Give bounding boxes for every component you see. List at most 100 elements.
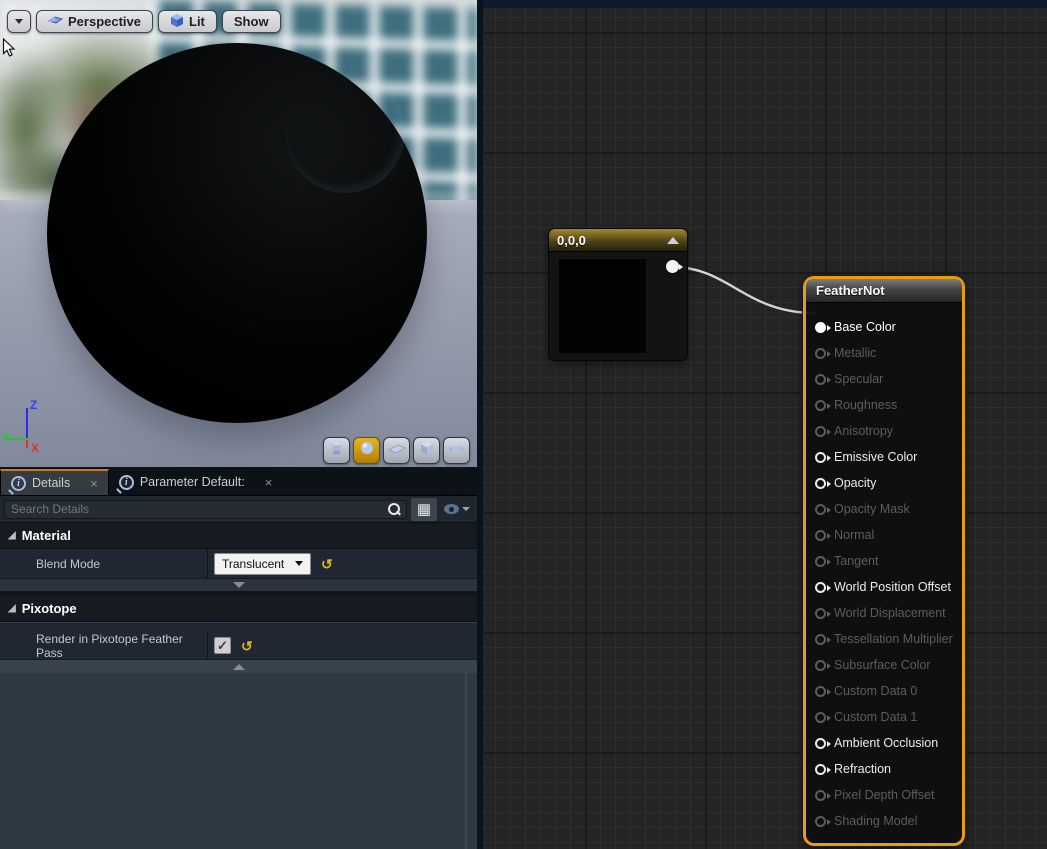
viewport-options-button[interactable] bbox=[7, 10, 31, 33]
material-pin-subsurface-color[interactable]: Subsurface Color bbox=[806, 652, 962, 678]
preview-mesh-toolbar bbox=[323, 437, 470, 464]
tab-parameter-defaults[interactable]: i Parameter Default: × bbox=[109, 469, 283, 495]
pin-label: Custom Data 0 bbox=[834, 684, 917, 698]
material-pin-specular[interactable]: Specular bbox=[806, 366, 962, 392]
view-options-button[interactable] bbox=[441, 498, 473, 521]
column-divider[interactable] bbox=[207, 549, 208, 578]
pin-label: Tangent bbox=[834, 554, 878, 568]
pin-circle-icon[interactable] bbox=[815, 530, 826, 541]
pin-circle-icon[interactable] bbox=[815, 556, 826, 567]
expand-triangle-icon: ◢ bbox=[8, 530, 16, 541]
lit-label: Lit bbox=[189, 14, 205, 29]
pin-circle-icon[interactable] bbox=[815, 634, 826, 645]
material-output-node[interactable]: FeatherNot Base Color Metallic SpecularRou… bbox=[803, 276, 965, 846]
pin-label: Anisotropy bbox=[834, 424, 893, 438]
preview-viewport[interactable]: Perspective Lit Show Z Y X bbox=[0, 0, 477, 467]
feather-pass-row: Render in Pixotope Feather Pass ✓ ↺ bbox=[0, 632, 477, 660]
material-pin-refraction[interactable]: Refraction bbox=[806, 756, 962, 782]
constant-color-node[interactable]: 0,0,0 bbox=[548, 228, 688, 361]
preview-sphere[interactable] bbox=[47, 43, 427, 423]
show-button[interactable]: Show bbox=[222, 10, 281, 33]
pin-circle-icon[interactable] bbox=[815, 478, 826, 489]
x-axis-label: X bbox=[31, 441, 39, 455]
pin-label: World Position Offset bbox=[834, 580, 951, 594]
material-pin-base-color[interactable]: Base Color bbox=[806, 314, 962, 340]
chevron-down-icon bbox=[233, 582, 245, 588]
close-icon[interactable]: × bbox=[265, 475, 273, 490]
pin-circle-icon[interactable] bbox=[815, 738, 826, 749]
pin-circle-icon[interactable] bbox=[815, 504, 826, 515]
pin-circle-icon[interactable] bbox=[815, 452, 826, 463]
material-graph-canvas[interactable]: 0,0,0 FeatherNot Base Color Metallic Specu… bbox=[483, 0, 1047, 849]
material-advanced-expander[interactable] bbox=[0, 579, 477, 591]
preview-mesh-sphere-button[interactable] bbox=[353, 437, 380, 464]
blend-mode-dropdown[interactable]: Translucent bbox=[214, 553, 311, 575]
details-inspector-icon: i bbox=[11, 476, 26, 491]
material-pin-world-displacement[interactable]: World Displacement bbox=[806, 600, 962, 626]
pin-circle-icon[interactable] bbox=[815, 582, 826, 593]
pin-circle-icon[interactable] bbox=[815, 764, 826, 775]
material-pin-pixel-depth-offset[interactable]: Pixel Depth Offset bbox=[806, 782, 962, 808]
cylinder-icon bbox=[329, 440, 344, 461]
preview-mesh-cube-button[interactable] bbox=[413, 437, 440, 464]
material-pin-opacity-mask[interactable]: Opacity Mask bbox=[806, 496, 962, 522]
material-pin-world-position-offset[interactable]: World Position Offset bbox=[806, 574, 962, 600]
feather-pass-checkbox[interactable]: ✓ bbox=[214, 637, 231, 654]
material-node-header[interactable]: FeatherNot bbox=[806, 279, 962, 303]
pixotope-section-title: Pixotope bbox=[22, 601, 77, 616]
material-pin-tessellation-multiplier[interactable]: Tessellation Multiplier bbox=[806, 626, 962, 652]
pin-circle-icon[interactable] bbox=[815, 712, 826, 723]
color-preview-swatch bbox=[559, 259, 646, 353]
perspective-label: Perspective bbox=[68, 14, 141, 29]
material-pin-metallic[interactable]: Metallic bbox=[806, 340, 962, 366]
material-pin-anisotropy[interactable]: Anisotropy bbox=[806, 418, 962, 444]
pin-circle-icon[interactable] bbox=[815, 660, 826, 671]
preview-mesh-plane-button[interactable] bbox=[383, 437, 410, 464]
perspective-icon bbox=[48, 14, 63, 30]
material-pin-roughness[interactable]: Roughness bbox=[806, 392, 962, 418]
lit-button[interactable]: Lit bbox=[158, 10, 217, 33]
pin-circle-icon[interactable] bbox=[815, 790, 826, 801]
material-pin-shading-model[interactable]: Shading Model bbox=[806, 808, 962, 834]
material-pin-custom-data-1[interactable]: Custom Data 1 bbox=[806, 704, 962, 730]
perspective-button[interactable]: Perspective bbox=[36, 10, 153, 33]
pin-circle-icon[interactable] bbox=[815, 816, 826, 827]
details-search-row: ▦ bbox=[0, 496, 477, 523]
reset-to-default-icon[interactable]: ↺ bbox=[321, 557, 333, 571]
tab-details-label: Details bbox=[32, 476, 70, 490]
pin-circle-icon[interactable] bbox=[815, 426, 826, 437]
pin-circle-icon[interactable] bbox=[815, 348, 826, 359]
property-matrix-button[interactable]: ▦ bbox=[411, 498, 437, 521]
collapse-icon[interactable] bbox=[667, 237, 679, 244]
section-header-pixotope[interactable]: ◢ Pixotope bbox=[0, 596, 477, 622]
pin-label: Emissive Color bbox=[834, 450, 917, 464]
output-pin[interactable] bbox=[666, 260, 679, 273]
preview-mesh-custom-mesh-button[interactable] bbox=[443, 437, 470, 464]
pixotope-collapse-strip[interactable] bbox=[0, 660, 477, 673]
mouse-cursor bbox=[2, 38, 18, 63]
expand-triangle-icon: ◢ bbox=[8, 603, 16, 614]
section-header-material[interactable]: ◢ Material bbox=[0, 523, 477, 549]
material-pin-custom-data-0[interactable]: Custom Data 0 bbox=[806, 678, 962, 704]
material-pin-ambient-occlusion[interactable]: Ambient Occlusion bbox=[806, 730, 962, 756]
material-pin-normal[interactable]: Normal bbox=[806, 522, 962, 548]
pin-circle-icon[interactable] bbox=[815, 608, 826, 619]
graph-top-bar bbox=[483, 0, 1047, 8]
material-pin-emissive-color[interactable]: Emissive Color bbox=[806, 444, 962, 470]
material-pin-tangent[interactable]: Tangent bbox=[806, 548, 962, 574]
pin-circle-icon[interactable] bbox=[815, 686, 826, 697]
pin-circle-icon[interactable] bbox=[815, 322, 826, 333]
constant-node-header[interactable]: 0,0,0 bbox=[549, 229, 687, 252]
column-divider[interactable] bbox=[207, 632, 208, 659]
reset-to-default-icon[interactable]: ↺ bbox=[241, 639, 253, 653]
material-pin-opacity[interactable]: Opacity bbox=[806, 470, 962, 496]
details-panel: i Details × i Parameter Default: × ▦ ◢ bbox=[0, 467, 477, 849]
search-input[interactable] bbox=[11, 502, 388, 516]
pin-label: Metallic bbox=[834, 346, 876, 360]
pin-circle-icon[interactable] bbox=[815, 400, 826, 411]
preview-mesh-cylinder-button[interactable] bbox=[323, 437, 350, 464]
pin-circle-icon[interactable] bbox=[815, 374, 826, 385]
close-icon[interactable]: × bbox=[90, 476, 98, 491]
tab-details[interactable]: i Details × bbox=[0, 469, 109, 495]
details-scrollbar[interactable] bbox=[465, 673, 467, 849]
